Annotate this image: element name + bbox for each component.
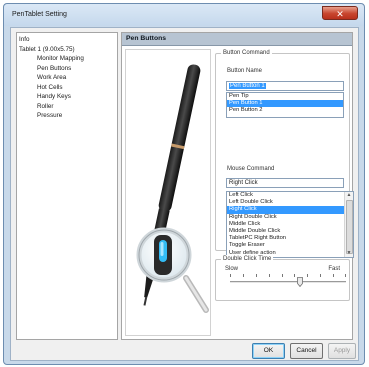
slider-ticks xyxy=(230,274,346,278)
pen-buttons-panel: Pen Buttons Button Command Button Name P… xyxy=(121,32,354,340)
dialog-client-area: Info Tablet 1 (9.00x5.75) Monitor Mappin… xyxy=(10,27,359,361)
panel-header: Pen Buttons xyxy=(122,33,352,46)
settings-tree: Info Tablet 1 (9.00x5.75) Monitor Mappin… xyxy=(16,32,118,340)
scroll-thumb[interactable] xyxy=(346,200,353,254)
window-title: PenTablet Setting xyxy=(12,11,67,18)
list-item-right-click[interactable]: Right Click xyxy=(227,206,353,214)
mouse-command-scrollbar[interactable]: ▲ ▼ xyxy=(344,192,353,257)
slow-label: Slow xyxy=(225,266,239,272)
list-item-toggle-eraser[interactable]: Toggle Eraser xyxy=(227,242,353,249)
mouse-command-field[interactable]: Right Click xyxy=(226,178,344,188)
tree-item-pressure[interactable]: Pressure xyxy=(17,111,117,121)
list-item-middle-double-click[interactable]: Middle Double Click xyxy=(227,228,353,235)
list-item-right-double-click[interactable]: Right Double Click xyxy=(227,214,353,221)
double-click-slider-thumb[interactable] xyxy=(296,277,303,288)
tree-item-hot-cells[interactable]: Hot Cells xyxy=(17,83,117,93)
close-icon: ✕ xyxy=(336,9,344,19)
list-item-pen-tip[interactable]: Pen Tip xyxy=(227,93,343,100)
list-item-middle-click[interactable]: Middle Click xyxy=(227,221,353,228)
tree-item-handy-keys[interactable]: Handy Keys xyxy=(17,92,117,102)
pentablet-setting-window: PenTablet Setting ✕ Info Tablet 1 (9.00x… xyxy=(3,3,365,365)
mouse-command-value: Right Click xyxy=(229,180,258,186)
scroll-up-arrow-icon[interactable]: ▲ xyxy=(345,192,353,199)
ok-button[interactable]: OK xyxy=(252,343,285,359)
tree-item-monitor-mapping[interactable]: Monitor Mapping xyxy=(17,54,117,64)
cancel-button[interactable]: Cancel xyxy=(290,343,323,359)
list-item-tabletpc-right-button[interactable]: TabletPC Right Button xyxy=(227,235,353,242)
double-click-time-label: Double Click Time xyxy=(221,255,274,264)
button-command-label: Button Command xyxy=(221,49,272,58)
apply-button[interactable]: Apply xyxy=(328,343,356,359)
scroll-down-arrow-icon[interactable]: ▼ xyxy=(345,250,353,257)
button-command-group: Button Command Button Name Pen Button 1 … xyxy=(215,49,354,258)
tree-item-tablet-1[interactable]: Tablet 1 (9.00x5.75) xyxy=(17,45,117,55)
title-bar: PenTablet Setting ✕ xyxy=(4,4,364,26)
pen-image xyxy=(136,64,209,313)
slider-thumb-icon xyxy=(296,277,303,288)
pen-illustration xyxy=(125,49,211,336)
close-button[interactable]: ✕ xyxy=(322,6,358,20)
mouse-command-label: Mouse Command xyxy=(227,166,275,172)
double-click-time-group: Double Click Time Slow Fast xyxy=(215,255,350,301)
button-name-value: Pen Button 1 xyxy=(229,83,266,89)
mouse-command-list[interactable]: Left Click Left Double Click Right Click… xyxy=(226,191,354,258)
panel-title: Pen Buttons xyxy=(126,35,167,42)
list-item-left-click[interactable]: Left Click xyxy=(227,192,353,199)
list-item-left-double-click[interactable]: Left Double Click xyxy=(227,199,353,206)
double-click-slider-track[interactable] xyxy=(230,281,346,283)
button-list[interactable]: Pen Tip Pen Button 1 Pen Button 2 xyxy=(226,92,344,118)
tree-item-roller[interactable]: Roller xyxy=(17,102,117,112)
tree-item-work-area[interactable]: Work Area xyxy=(17,73,117,83)
fast-label: Fast xyxy=(328,266,340,272)
button-name-field[interactable]: Pen Button 1 xyxy=(226,81,344,91)
tree-item-info[interactable]: Info xyxy=(17,35,117,45)
tree-item-pen-buttons[interactable]: Pen Buttons xyxy=(17,64,117,74)
list-item-pen-button-1[interactable]: Pen Button 1 xyxy=(227,100,343,108)
list-item-pen-button-2[interactable]: Pen Button 2 xyxy=(227,107,343,114)
button-name-label: Button Name xyxy=(227,68,263,74)
